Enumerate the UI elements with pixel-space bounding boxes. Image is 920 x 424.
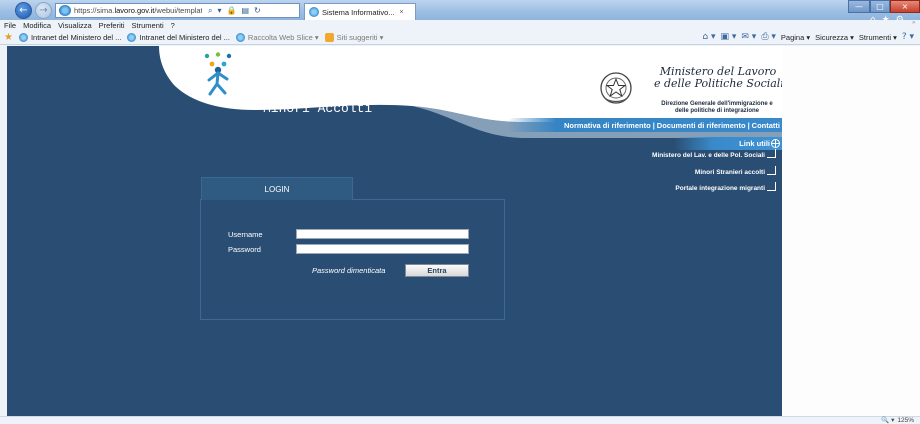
nav-normativa-link[interactable]: Normativa di riferimento (564, 121, 651, 130)
favorite-item[interactable]: Raccolta Web Slice ▾ (235, 33, 319, 42)
nav-documenti-link[interactable]: Documenti di riferimento (657, 121, 746, 130)
dropdown-icon[interactable]: ▾ (217, 6, 221, 16)
favorite-item[interactable]: Intranet del Ministero del ... (127, 33, 230, 42)
ie-icon (235, 33, 245, 42)
command-pagina[interactable]: Pagina ▾ (781, 33, 810, 42)
back-arrow-icon: ← (19, 5, 28, 16)
app-title: Sistema Informativo Minori Accolti (263, 86, 412, 116)
close-window-button[interactable]: × (890, 0, 920, 13)
favorites-star-icon[interactable]: ★ (4, 32, 13, 43)
lock-icon[interactable]: 🔒 (227, 6, 237, 16)
address-bar[interactable]: https://sima.lavoro.gov.it/webui/templat… (55, 3, 300, 18)
url-domain: lavoro.gov.it (114, 6, 155, 15)
republic-emblem-icon (600, 72, 632, 104)
ie-icon (18, 33, 28, 42)
link-label: Ministero del Lav. e delle Pol. Sociali (652, 151, 765, 159)
login-panel (200, 199, 505, 320)
tab-title: Sistema Informativo... (322, 7, 395, 17)
useful-links-title: Link utili (739, 139, 770, 148)
feeds-icon[interactable]: ▣ ▾ (721, 32, 737, 42)
favorite-label: Siti suggeriti ▾ (336, 33, 384, 42)
refresh-icon[interactable]: ↻ (254, 6, 261, 16)
command-strumenti[interactable]: Strumenti ▾ (859, 33, 897, 42)
url-prefix: https://sima. (74, 6, 115, 15)
password-input[interactable] (296, 244, 469, 254)
home-icon[interactable]: ⌂ ▾ (702, 32, 715, 42)
print-icon[interactable]: ⎙ ▾ (761, 32, 776, 42)
login-tab[interactable]: LOGIN (201, 177, 353, 200)
ie-icon (59, 5, 71, 16)
zoom-icon: 🔍 ▾ (881, 417, 895, 424)
favorite-label: Intranet del Ministero del ... (139, 33, 230, 42)
link-label: Portale integrazione migranti (675, 184, 765, 192)
nav-contatti-link[interactable]: Contatti (752, 121, 780, 130)
menu-modifica[interactable]: Modifica (23, 21, 51, 30)
link-minori-stranieri[interactable]: Minori Stranieri accolti (695, 166, 776, 178)
globe-icon (771, 139, 780, 148)
command-sicurezza[interactable]: Sicurezza ▾ (815, 33, 854, 42)
rss-icon (324, 33, 334, 42)
menu-bar: File Modifica Visualizza Preferiti Strum… (0, 20, 920, 31)
help-icon[interactable]: ? ▾ (902, 32, 914, 42)
toolbar-overflow-icon[interactable]: » (912, 20, 915, 26)
page-right-margin (782, 46, 920, 416)
favorite-item[interactable]: Intranet del Ministero del ... (18, 33, 122, 42)
link-corner-icon (767, 182, 776, 191)
forgot-password-link[interactable]: Password dimenticata (312, 266, 385, 275)
minimize-button[interactable]: — (848, 0, 870, 13)
url-text[interactable]: https://sima.lavoro.gov.it/webui/templat… (74, 6, 202, 15)
username-input[interactable] (296, 229, 469, 239)
compat-view-icon[interactable]: ▤ (241, 6, 249, 16)
search-icon[interactable]: ⌕ (208, 6, 212, 16)
favorite-label: Intranet del Ministero del ... (30, 33, 122, 42)
link-ministero[interactable]: Ministero del Lav. e delle Pol. Sociali (652, 149, 776, 161)
close-tab-icon[interactable]: × (400, 9, 404, 16)
menu-help[interactable]: ? (171, 21, 175, 30)
password-label: Password (228, 245, 261, 254)
status-bar: 🔍 ▾ 125% (0, 416, 920, 424)
mail-icon[interactable]: ✉ ▾ (741, 32, 756, 42)
link-portale-integrazione[interactable]: Portale integrazione migranti (675, 182, 776, 194)
favorite-label: Raccolta Web Slice ▾ (247, 33, 319, 42)
link-label: Minori Stranieri accolti (694, 168, 765, 176)
menu-file[interactable]: File (4, 21, 16, 30)
favorite-item[interactable]: Siti suggeriti ▾ (324, 33, 384, 42)
menu-strumenti[interactable]: Strumenti (132, 21, 164, 30)
browser-titlebar: ← → https://sima.lavoro.gov.it/webui/tem… (0, 0, 920, 20)
link-corner-icon (767, 166, 776, 175)
zoom-level: 125% (897, 416, 914, 424)
menu-visualizza[interactable]: Visualizza (58, 21, 92, 30)
maximize-button[interactable]: □ (870, 0, 890, 13)
favorites-bar: ★ Intranet del Ministero del ... Intrane… (0, 31, 920, 45)
top-navigation: Normativa di riferimento | Documenti di … (507, 118, 782, 132)
forward-button[interactable]: → (35, 2, 52, 19)
browser-tab[interactable]: Sistema Informativo... × (304, 3, 416, 20)
nav-separator: | (652, 120, 655, 130)
ministry-name: Ministero del Lavoro e delle Politiche S… (654, 65, 782, 90)
forward-arrow-icon: → (39, 5, 48, 16)
back-button[interactable]: ← (15, 2, 32, 19)
ie-icon (309, 7, 319, 17)
page-content: Sistema Informativo Minori Accolti Minis… (7, 46, 782, 416)
zoom-control[interactable]: 🔍 ▾ 125% (881, 416, 914, 424)
nav-separator: | (747, 120, 750, 130)
menu-preferiti[interactable]: Preferiti (99, 21, 125, 30)
child-figure-icon (204, 52, 232, 96)
username-label: Username (228, 230, 263, 239)
ie-icon (127, 33, 137, 42)
login-submit-button[interactable]: Entra (405, 264, 469, 277)
url-path: /webui/template/I (154, 6, 202, 15)
login-tab-label: LOGIN (264, 184, 290, 194)
ministry-department: Direzione Generale dell'immigrazione e d… (661, 101, 773, 114)
link-corner-icon (767, 149, 776, 158)
